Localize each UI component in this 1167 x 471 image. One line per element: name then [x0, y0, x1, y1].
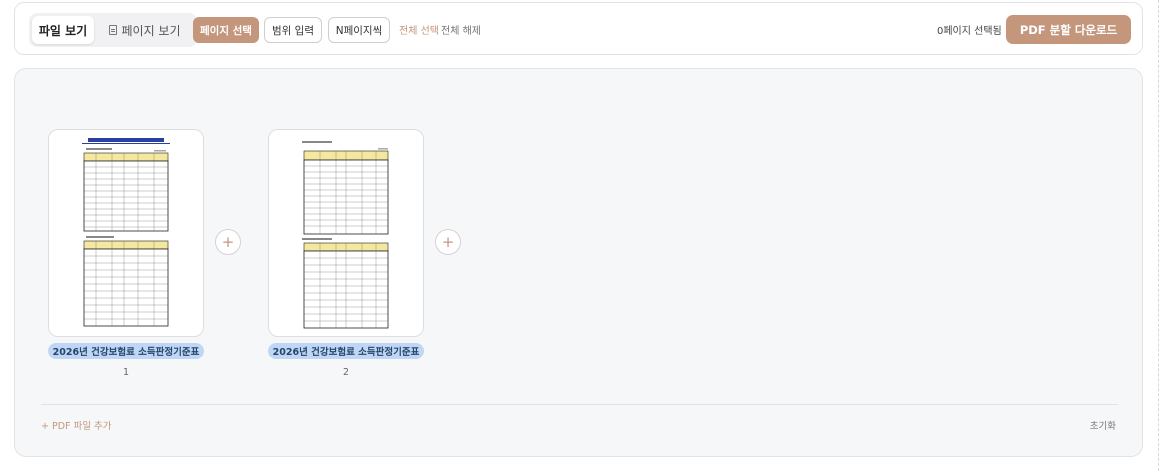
page-number: 2 [342, 367, 350, 378]
insert-after-page-2-button[interactable]: + [435, 229, 461, 255]
range-input-mode-button[interactable]: 범위 입력 [264, 17, 322, 43]
page-number: 1 [122, 367, 130, 378]
file-view-tab[interactable]: 파일 보기 [32, 16, 94, 44]
file-view-label: 파일 보기 [38, 23, 88, 38]
view-toggle: 파일 보기 페이지 보기 [29, 13, 197, 47]
reset-link[interactable]: 초기화 [1090, 418, 1116, 432]
divider [41, 404, 1118, 405]
deselect-all-link[interactable]: 전체 해제 [441, 22, 481, 37]
add-pdf-file-link[interactable]: + PDF 파일 추가 [41, 418, 112, 432]
toolbar: 파일 보기 페이지 보기 페이지 선택 범위 입력 N페이지씩 전체 선택 전체… [14, 2, 1143, 55]
page-thumbnail [82, 138, 170, 327]
page-workspace: + 2026년 건강보험료 소득판정기준표 1 + 2026년 건강보험료 소득… [14, 68, 1143, 457]
selected-count: 0페이지 선택됨 [937, 26, 1002, 37]
file-name-badge: 2026년 건강보험료 소득판정기준표 [48, 343, 204, 359]
panel-edge-divider [1158, 0, 1159, 471]
page-card[interactable] [268, 129, 424, 337]
file-name-badge: 2026년 건강보험료 소득판정기준표 [268, 343, 424, 359]
split-download-button[interactable]: PDF 분할 다운로드 [1006, 15, 1131, 44]
page-view-label: 페이지 보기 [121, 23, 181, 38]
page-thumbnail [302, 141, 389, 329]
select-all-link[interactable]: 전체 선택 [399, 22, 439, 37]
page-card[interactable] [48, 129, 204, 337]
page-view-tab[interactable]: 페이지 보기 [96, 16, 194, 44]
document-icon [109, 25, 118, 35]
insert-after-page-1-button[interactable]: + [215, 229, 241, 255]
every-n-pages-mode-button[interactable]: N페이지씩 [328, 17, 390, 43]
page-select-mode-button[interactable]: 페이지 선택 [193, 17, 259, 43]
